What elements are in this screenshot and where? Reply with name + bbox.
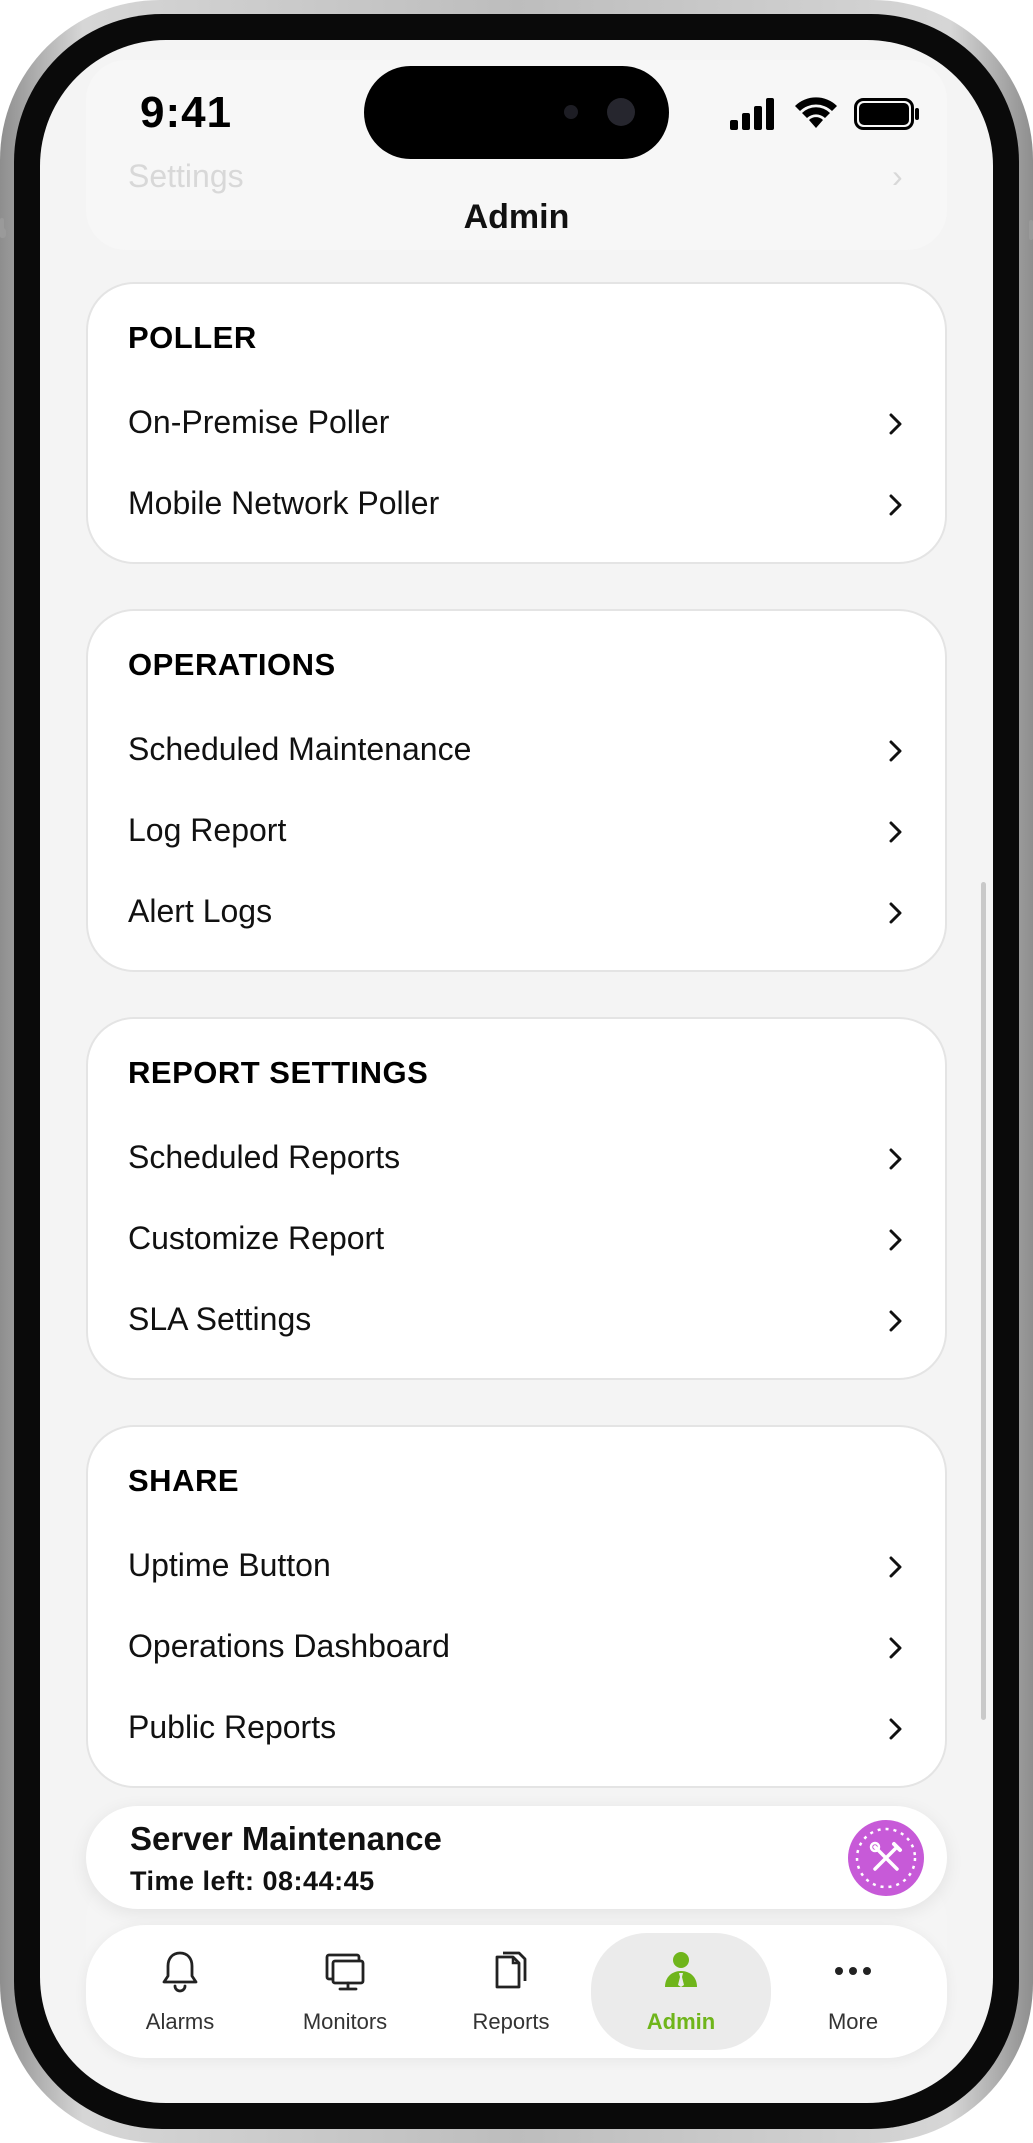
- menu-item-mobile-network-poller[interactable]: Mobile Network Poller: [88, 465, 945, 545]
- chevron-right-icon: [889, 1637, 902, 1659]
- menu-item-public-reports[interactable]: Public Reports: [88, 1689, 945, 1769]
- power-button: [1029, 220, 1033, 240]
- menu-item-label: Log Report: [128, 812, 287, 848]
- menu-item-scheduled-reports[interactable]: Scheduled Reports: [88, 1119, 945, 1199]
- chevron-right-icon: [889, 821, 902, 843]
- admin-icon: [665, 1952, 697, 1987]
- tab-label: Reports: [472, 2009, 550, 2034]
- tab-label: More: [827, 2009, 879, 2034]
- scrollbar[interactable]: [981, 882, 986, 1720]
- chevron-right-icon: [889, 1556, 902, 1578]
- section-heading: REPORT SETTINGS: [128, 1055, 429, 1090]
- section-share: SHARE Uptime Button Operations Dashboard…: [86, 1425, 947, 1788]
- status-icons: [730, 96, 930, 132]
- menu-item-uptime-button[interactable]: Uptime Button: [88, 1527, 945, 1607]
- section-operations: OPERATIONS Scheduled Maintenance Log Rep…: [86, 609, 947, 972]
- chevron-right-icon: [889, 494, 902, 516]
- chevron-right-icon: [889, 1229, 902, 1251]
- monitor-icon: [325, 1953, 365, 1991]
- menu-item-label: Mobile Network Poller: [128, 485, 440, 521]
- menu-item-label: Alert Logs: [128, 893, 273, 929]
- battery-icon: [854, 98, 919, 130]
- menu-item-log-report[interactable]: Log Report: [88, 792, 945, 872]
- maintenance-time-left: Time left: 08:44:45: [130, 1866, 375, 1896]
- chevron-right-icon: [889, 902, 902, 924]
- menu-item-operations-dashboard[interactable]: Operations Dashboard: [88, 1608, 945, 1688]
- menu-item-label: Scheduled Maintenance: [128, 731, 472, 767]
- menu-item-label: On-Premise Poller: [128, 404, 390, 440]
- section-heading: OPERATIONS: [128, 647, 336, 682]
- menu-item-alert-logs[interactable]: Alert Logs: [88, 873, 945, 953]
- section-heading: SHARE: [128, 1463, 240, 1498]
- island-camera: [607, 98, 635, 126]
- chevron-right-icon: [889, 413, 902, 435]
- reports-icon: [495, 1951, 527, 1989]
- menu-item-label: Public Reports: [128, 1709, 337, 1745]
- island-sensor: [564, 105, 578, 119]
- section-heading: POLLER: [128, 320, 257, 355]
- tab-admin[interactable]: Admin: [591, 1933, 771, 2050]
- tab-alarms[interactable]: Alarms: [90, 1933, 270, 2050]
- maintenance-banner[interactable]: Server Maintenance Time left: 08:44:45: [86, 1806, 947, 1909]
- tab-reports[interactable]: Reports: [421, 1933, 601, 2050]
- ghost-settings-label: Settings: [128, 158, 244, 194]
- chevron-right-icon: [889, 1718, 902, 1740]
- tab-label: Admin: [646, 2009, 716, 2034]
- chevron-right-icon: [889, 1148, 902, 1170]
- cellular-signal-icon: [730, 98, 774, 130]
- menu-item-scheduled-maintenance[interactable]: Scheduled Maintenance: [88, 711, 945, 791]
- wifi-icon: [795, 97, 837, 128]
- maintenance-title: Server Maintenance: [130, 1820, 442, 1857]
- menu-item-label: SLA Settings: [128, 1301, 312, 1337]
- volume-up-button: [0, 218, 4, 238]
- menu-item-label: Operations Dashboard: [128, 1628, 450, 1664]
- screen: Settings › 9:41 Admin POLLER On-Premise …: [40, 40, 993, 2103]
- section-poller: POLLER On-Premise Poller Mobile Network …: [86, 282, 947, 564]
- chevron-right-icon: [889, 1310, 902, 1332]
- dynamic-island: [364, 66, 669, 159]
- tools-icon: [855, 1827, 917, 1889]
- menu-item-sla-settings[interactable]: SLA Settings: [88, 1281, 945, 1361]
- menu-item-customize-report[interactable]: Customize Report: [88, 1200, 945, 1280]
- menu-item-on-premise-poller[interactable]: On-Premise Poller: [88, 384, 945, 464]
- ghost-chevron-icon: ›: [892, 158, 903, 194]
- section-report-settings: REPORT SETTINGS Scheduled Reports Custom…: [86, 1017, 947, 1380]
- tab-label: Monitors: [302, 2009, 388, 2034]
- bell-icon: [162, 1951, 198, 1993]
- chevron-right-icon: [889, 740, 902, 762]
- menu-item-label: Uptime Button: [128, 1547, 331, 1583]
- status-time: 9:41: [140, 88, 233, 137]
- more-icon: [835, 1967, 871, 1975]
- tab-monitors[interactable]: Monitors: [255, 1933, 435, 2050]
- menu-item-label: Customize Report: [128, 1220, 385, 1256]
- menu-item-label: Scheduled Reports: [128, 1139, 401, 1175]
- maintenance-action-button[interactable]: [848, 1820, 924, 1896]
- page-title: Admin: [463, 198, 570, 236]
- tab-label: Alarms: [145, 2009, 215, 2034]
- tab-more[interactable]: More: [763, 1933, 943, 2050]
- tab-bar: Alarms Monitors Reports Admin More: [86, 1925, 947, 2058]
